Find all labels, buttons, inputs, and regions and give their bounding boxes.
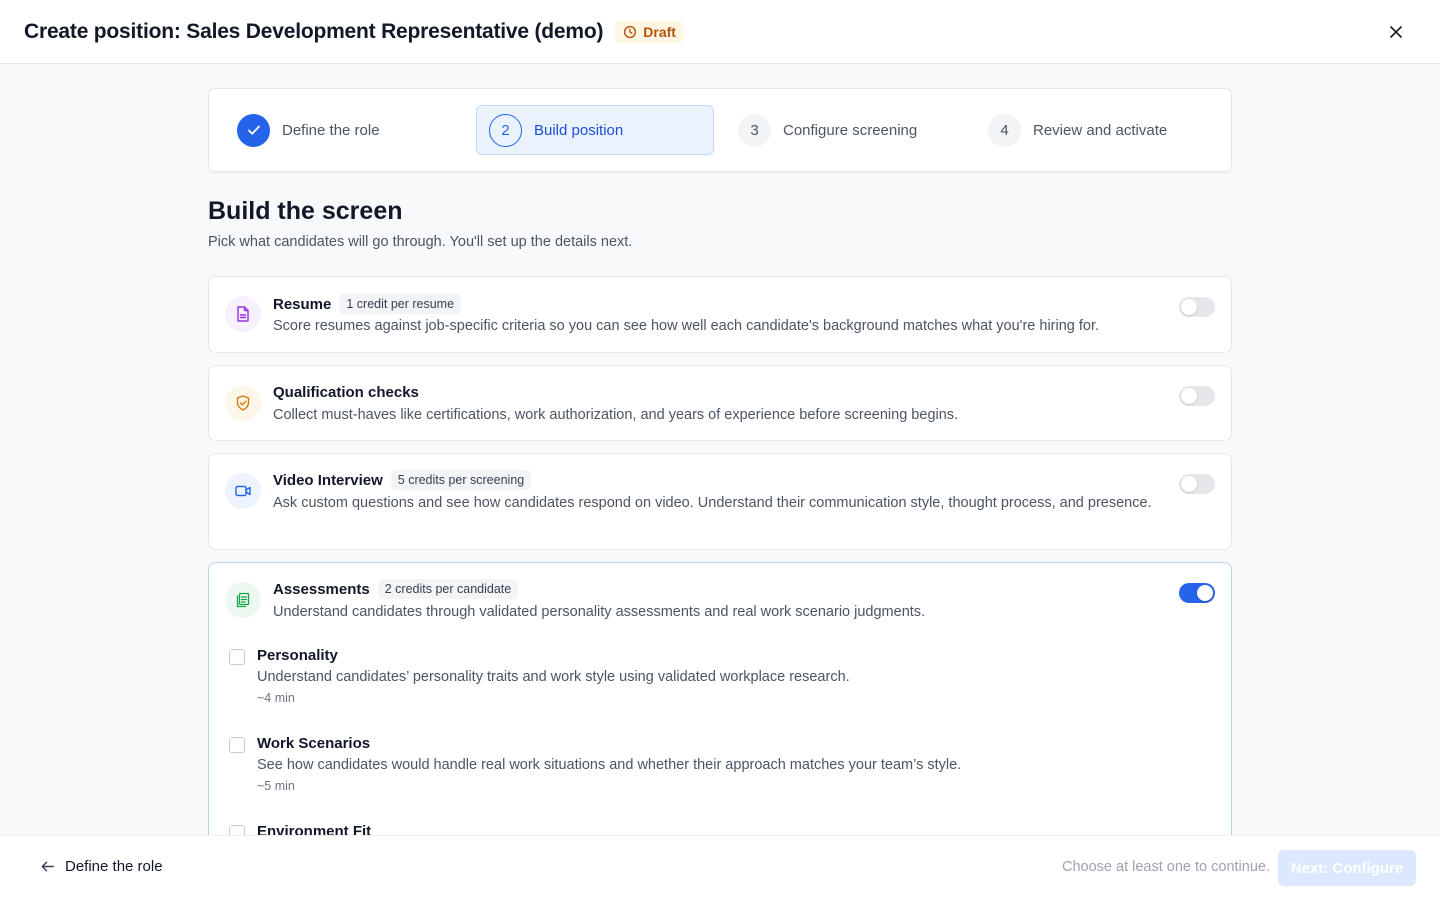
card-title: Video Interview <box>273 471 383 489</box>
header: Create position: Sales Development Repre… <box>0 0 1440 64</box>
assessments-card[interactable]: Assessments 2 credits per candidate Unde… <box>208 562 1232 835</box>
assessment-option-personality[interactable]: Personality Understand candidates’ perso… <box>229 647 1189 707</box>
resume-card[interactable]: Resume 1 credit per resume Score resumes… <box>208 276 1232 353</box>
assessment-icon-wrap <box>225 582 261 618</box>
step-build-position[interactable]: 2 Build position <box>476 105 714 155</box>
qualification-checks-card[interactable]: Qualification checks Collect must-haves … <box>208 365 1232 441</box>
video-camera-icon <box>235 485 251 497</box>
option-description: Understand candidates’ personality trait… <box>257 669 850 685</box>
option-title: Personality <box>257 647 338 664</box>
step-label: Define the role <box>282 121 380 139</box>
option-title: Environment Fit <box>257 823 372 835</box>
status-badge-label: Draft <box>643 23 676 40</box>
option-duration: ~4 min <box>257 691 295 705</box>
qualification-icon-wrap <box>225 385 261 421</box>
back-button[interactable]: Define the role <box>40 858 163 875</box>
page-title: Create position: Sales Development Repre… <box>24 19 604 43</box>
step-review-activate[interactable]: 4 Review and activate <box>976 105 1216 155</box>
work-scenarios-checkbox[interactable] <box>229 737 245 753</box>
footer: Define the role Choose at least one to c… <box>0 835 1440 900</box>
clipboard-icon <box>236 592 250 608</box>
next-button[interactable]: Next: Configure <box>1278 850 1416 886</box>
back-label: Define the role <box>65 858 163 875</box>
option-duration: ~5 min <box>257 779 295 793</box>
card-description: Collect must-haves like certifications, … <box>273 407 959 423</box>
assessments-toggle[interactable] <box>1179 583 1215 603</box>
step-complete-indicator <box>237 113 270 147</box>
section-title: Build the screen <box>208 197 403 225</box>
card-description: Ask custom questions and see how candida… <box>273 495 1152 511</box>
document-icon <box>237 306 249 322</box>
video-icon-wrap <box>225 473 261 509</box>
assessments-title-row: Assessments 2 credits per candidate <box>273 579 519 599</box>
card-title: Qualification checks <box>273 384 419 401</box>
status-badge: Draft <box>615 20 684 43</box>
credit-badge: 5 credits per screening <box>390 470 532 490</box>
step-label: Review and activate <box>1033 121 1168 139</box>
section-subtitle: Pick what candidates will go through. Yo… <box>208 234 633 250</box>
assessment-option-work-scenarios[interactable]: Work Scenarios See how candidates would … <box>229 735 1189 795</box>
video-interview-card[interactable]: Video Interview 5 credits per screening … <box>208 453 1232 550</box>
step-label: Build position <box>534 121 624 139</box>
step-define-role[interactable]: Define the role <box>225 105 465 155</box>
video-title-row: Video Interview 5 credits per screening <box>273 470 532 490</box>
resume-toggle[interactable] <box>1179 297 1215 317</box>
credit-badge: 2 credits per candidate <box>377 579 519 599</box>
main-content: Define the role 2 Build position 3 Confi… <box>208 64 1232 835</box>
qualification-title-row: Qualification checks <box>273 384 419 401</box>
video-interview-toggle[interactable] <box>1179 474 1215 494</box>
environment-fit-checkbox[interactable] <box>229 825 245 835</box>
step-label: Configure screening <box>783 121 918 139</box>
clock-icon <box>624 25 637 38</box>
step-number: 3 <box>738 113 771 147</box>
footer-hint: Choose at least one to continue. <box>1062 859 1270 875</box>
step-number: 4 <box>988 113 1021 147</box>
checkmark-icon <box>247 125 260 135</box>
resume-title-row: Resume 1 credit per resume <box>273 294 462 314</box>
card-description: Understand candidates through validated … <box>273 604 926 620</box>
step-configure-screening[interactable]: 3 Configure screening <box>726 105 966 155</box>
card-description: Score resumes against job-specific crite… <box>273 318 1100 334</box>
option-title: Work Scenarios <box>257 735 371 752</box>
step-number: 2 <box>489 113 522 147</box>
card-title: Resume <box>273 295 332 313</box>
stepper: Define the role 2 Build position 3 Confi… <box>208 88 1232 172</box>
credit-badge: 1 credit per resume <box>339 294 462 314</box>
assessment-option-environment-fit[interactable]: Environment Fit <box>229 823 1189 835</box>
personality-checkbox[interactable] <box>229 649 245 665</box>
close-icon <box>1390 26 1402 38</box>
shield-check-icon <box>236 395 250 411</box>
option-description: See how candidates would handle real wor… <box>257 757 962 773</box>
card-title: Assessments <box>273 580 370 598</box>
close-button[interactable] <box>1386 22 1406 42</box>
resume-icon-wrap <box>225 296 261 332</box>
arrow-left-icon <box>41 861 54 872</box>
qualification-checks-toggle[interactable] <box>1179 386 1215 406</box>
